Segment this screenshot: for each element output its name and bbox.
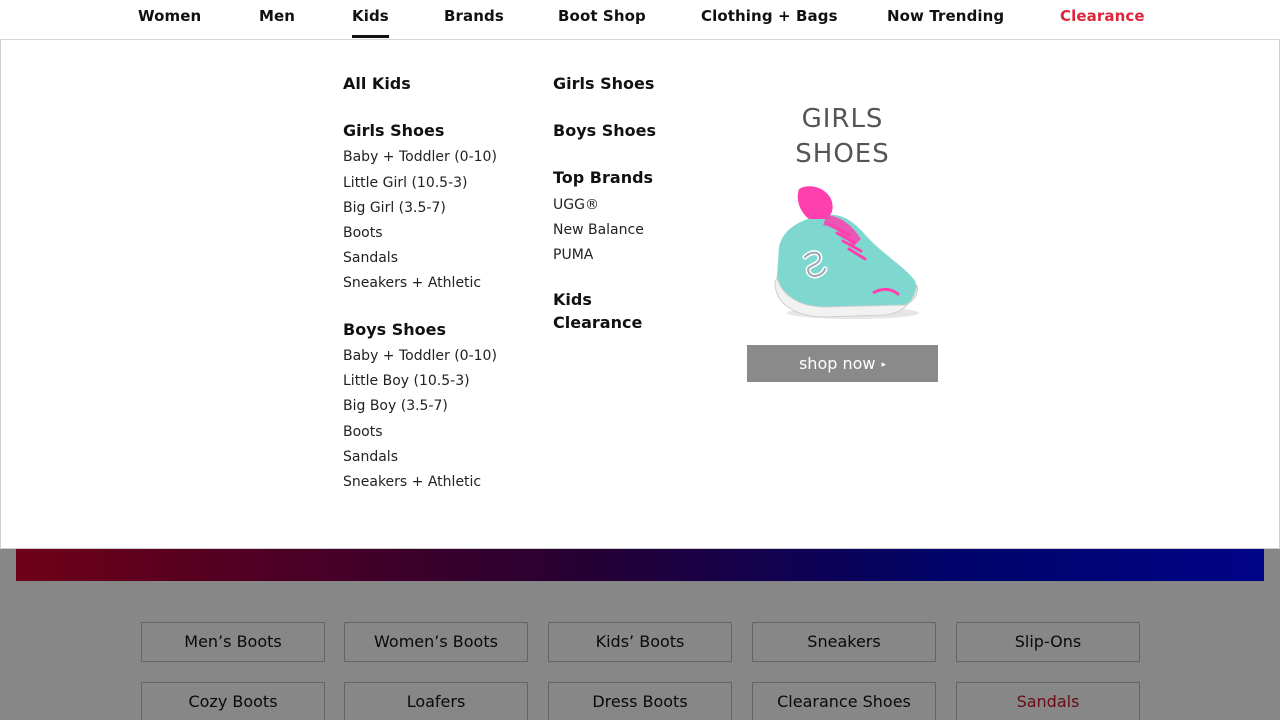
play-arrow-icon: ▸ <box>881 360 887 370</box>
menu-brand-new-balance[interactable]: New Balance <box>553 222 644 238</box>
main-navigation: Women Men Kids Brands Boot Shop Clothing… <box>0 0 1280 40</box>
menu-boys-little-boy[interactable]: Little Boy (10.5-3) <box>343 373 470 389</box>
shop-now-label: shop now <box>798 354 876 373</box>
nav-clothing-bags[interactable]: Clothing + Bags <box>701 7 838 25</box>
nav-clearance[interactable]: Clearance <box>1060 7 1145 25</box>
nav-men[interactable]: Men <box>259 7 295 25</box>
menu-girls-shoes-heading[interactable]: Girls Shoes <box>343 119 444 142</box>
menu-kids-clearance-line1[interactable]: Kids <box>553 288 592 311</box>
promo-title-line2: SHOES <box>795 139 890 169</box>
menu-girls-little-girl[interactable]: Little Girl (10.5-3) <box>343 175 468 191</box>
menu-all-kids[interactable]: All Kids <box>343 72 411 95</box>
menu-boys-shoes[interactable]: Boys Shoes <box>553 119 656 142</box>
menu-boys-boots[interactable]: Boots <box>343 424 383 440</box>
menu-girls-big-girl[interactable]: Big Girl (3.5-7) <box>343 200 446 216</box>
menu-brand-puma[interactable]: PUMA <box>553 247 593 263</box>
menu-brand-ugg[interactable]: UGG® <box>553 197 599 213</box>
menu-top-brands-heading: Top Brands <box>553 168 654 187</box>
nav-boot-shop[interactable]: Boot Shop <box>558 7 646 25</box>
menu-boys-big-boy[interactable]: Big Boy (3.5-7) <box>343 398 448 414</box>
menu-boys-shoes-heading[interactable]: Boys Shoes <box>343 318 446 341</box>
menu-boys-sandals[interactable]: Sandals <box>343 449 398 465</box>
menu-boys-baby-toddler[interactable]: Baby + Toddler (0-10) <box>343 348 497 364</box>
menu-kids-clearance-line2[interactable]: Clearance <box>553 311 642 334</box>
sneaker-image <box>774 186 919 319</box>
menu-girls-boots[interactable]: Boots <box>343 225 383 241</box>
kids-mega-menu: All Kids Girls Shoes Baby + Toddler (0-1… <box>0 40 1280 549</box>
menu-girls-sandals[interactable]: Sandals <box>343 250 398 266</box>
shop-now-button[interactable]: shop now ▸ <box>747 345 938 382</box>
menu-girls-sneakers-athletic[interactable]: Sneakers + Athletic <box>343 275 481 291</box>
nav-now-trending[interactable]: Now Trending <box>887 7 1004 25</box>
menu-girls-baby-toddler[interactable]: Baby + Toddler (0-10) <box>343 149 497 165</box>
menu-boys-sneakers-athletic[interactable]: Sneakers + Athletic <box>343 474 481 490</box>
girls-shoes-promo[interactable]: GIRLS SHOES shop now ▸ <box>747 72 938 382</box>
promo-title-line1: GIRLS <box>801 104 884 134</box>
nav-kids[interactable]: Kids <box>352 7 389 38</box>
menu-girls-shoes[interactable]: Girls Shoes <box>553 72 654 95</box>
nav-brands[interactable]: Brands <box>444 7 504 25</box>
nav-women[interactable]: Women <box>138 7 201 25</box>
